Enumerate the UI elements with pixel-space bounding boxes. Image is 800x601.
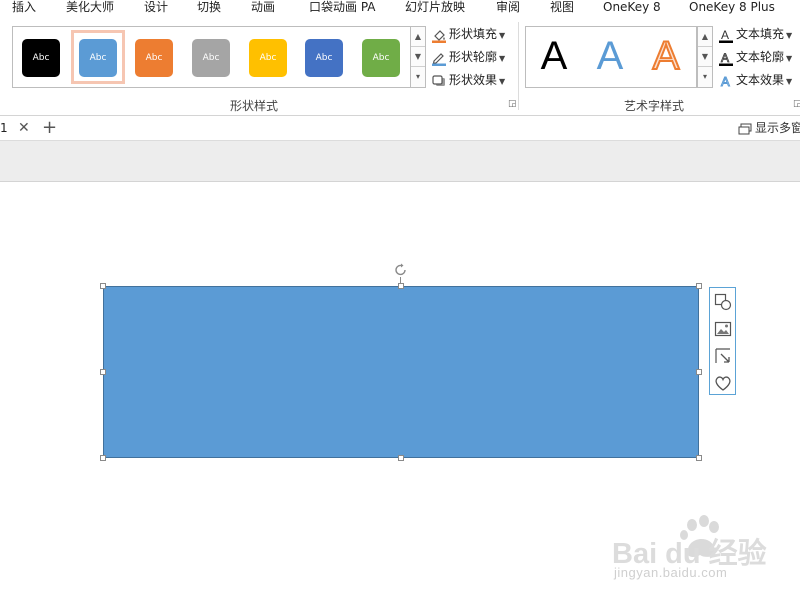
shape-style-green[interactable]: Abc [362,39,400,77]
svg-text:A: A [721,74,730,89]
resize-handle-left[interactable] [100,369,106,375]
shape-style-black[interactable]: Abc [22,39,60,77]
dialog-launcher-icon[interactable]: ◲ [793,99,800,109]
svg-text:A: A [721,28,729,42]
insert-shape-icon[interactable] [714,293,732,311]
menu-view[interactable]: 视图 [550,0,574,18]
wordart-scroll-down[interactable]: ▼ [698,47,712,67]
gallery-scroll-down[interactable]: ▼ [411,47,425,67]
plus-icon[interactable]: + [42,116,57,140]
shape-style-gallery: Abc Abc Abc Abc Abc Abc Abc [12,26,412,88]
menu-animations[interactable]: 动画 [251,0,275,18]
wordart-styles-group-label: 艺术字样式 [624,99,685,113]
shape-styles-group-label: 形状样式 [230,99,279,113]
rectangle-shape[interactable] [103,286,699,458]
text-fill-icon: A [719,28,733,43]
resize-handle-bottom[interactable] [398,455,404,461]
menu-bar: 插入 美化大师 设计 切换 动画 口袋动画 PA 幻灯片放映 审阅 视图 One… [0,0,800,18]
gallery-scroll-up[interactable]: ▲ [411,27,425,47]
shape-effects-label: 形状效果 [449,73,498,87]
text-effects-button[interactable]: A 文本效果 ▼ [718,70,793,90]
shape-style-blue[interactable]: Abc [79,39,117,77]
shape-style-gray[interactable]: Abc [192,39,230,77]
shape-fill-button[interactable]: 形状填充 ▼ [431,24,505,44]
chevron-down-icon: ▼ [499,31,506,40]
chevron-down-icon: ▼ [499,54,506,63]
menu-transitions[interactable]: 切换 [197,0,221,18]
menu-pocket-animation[interactable]: 口袋动画 PA [309,0,376,18]
baidu-jingyan-watermark: Bai du 经验 jingyan.baidu.com [610,515,800,595]
heart-icon[interactable] [714,374,732,392]
windows-icon [738,123,752,134]
resize-arrow-icon[interactable] [714,347,732,365]
svg-text:A: A [721,51,729,65]
resize-handle-top-right[interactable] [696,283,702,289]
wordart-gallery: A A A [525,26,697,88]
text-fill-label: 文本填充 [736,27,785,41]
ribbon: Abc Abc Abc Abc Abc Abc Abc ▲ ▼ ▾ 形状填充 ▼ … [0,18,800,116]
resize-handle-top[interactable] [398,283,404,289]
menu-insert[interactable]: 插入 [12,0,36,18]
shape-style-dark-blue[interactable]: Abc [305,39,343,77]
menu-beautify[interactable]: 美化大师 [66,0,114,18]
wordart-gallery-scroll: ▲ ▼ ▾ [697,26,713,88]
shape-outline-button[interactable]: 形状轮廓 ▼ [431,47,505,67]
menu-design[interactable]: 设计 [144,0,168,18]
menu-review[interactable]: 审阅 [496,0,520,18]
text-effects-label: 文本效果 [736,73,785,87]
shape-fill-label: 形状填充 [449,27,498,41]
rotate-handle-icon[interactable] [393,262,409,278]
menu-slideshow[interactable]: 幻灯片放映 [405,0,465,18]
shape-style-gold[interactable]: Abc [249,39,287,77]
wordart-style-blue[interactable]: A [590,33,630,79]
menu-onekey8-plus[interactable]: OneKey 8 Plus [689,0,775,18]
gallery-expand[interactable]: ▾ [411,67,425,87]
dialog-launcher-icon[interactable]: ◲ [508,99,517,109]
text-effects-icon: A [721,73,731,89]
chevron-down-icon: ▼ [499,77,506,86]
text-outline-label: 文本轮廓 [736,50,785,64]
document-tab-bar: 1 ✕ + 显示多窗 [0,116,800,141]
multi-window-button[interactable]: 显示多窗 [738,116,800,140]
ribbon-group-divider [518,22,519,110]
document-tab[interactable]: 1 [0,116,8,140]
paint-bucket-icon [432,29,446,43]
shape-style-orange[interactable]: Abc [135,39,173,77]
resize-handle-right[interactable] [696,369,702,375]
text-outline-button[interactable]: A 文本轮廓 ▼ [718,47,792,67]
text-fill-button[interactable]: A 文本填充 ▼ [718,24,792,44]
wordart-style-orange-outline[interactable]: A [646,33,686,79]
close-icon[interactable]: ✕ [18,116,30,140]
chevron-down-icon: ▼ [786,31,793,40]
wordart-style-black[interactable]: A [534,33,574,79]
wordart-scroll-up[interactable]: ▲ [698,27,712,47]
wordart-expand[interactable]: ▾ [698,67,712,87]
text-outline-icon: A [719,50,733,66]
shape-effects-button[interactable]: 形状效果 ▼ [431,70,505,90]
resize-handle-bottom-left[interactable] [100,455,106,461]
watermark-url: jingyan.baidu.com [614,565,728,580]
chevron-down-icon: ▼ [786,54,793,63]
multi-window-label: 显示多窗 [755,121,800,135]
resize-handle-top-left[interactable] [100,283,106,289]
shape-outline-label: 形状轮廓 [449,50,498,64]
pencil-icon [432,52,446,66]
shape-effects-icon [432,74,445,86]
quick-layout-toolbar [709,287,736,395]
insert-picture-icon[interactable] [714,320,732,338]
shape-style-gallery-scroll: ▲ ▼ ▾ [410,26,426,88]
resize-handle-bottom-right[interactable] [696,455,702,461]
chevron-down-icon: ▼ [786,77,793,86]
menu-onekey8[interactable]: OneKey 8 [603,0,661,18]
